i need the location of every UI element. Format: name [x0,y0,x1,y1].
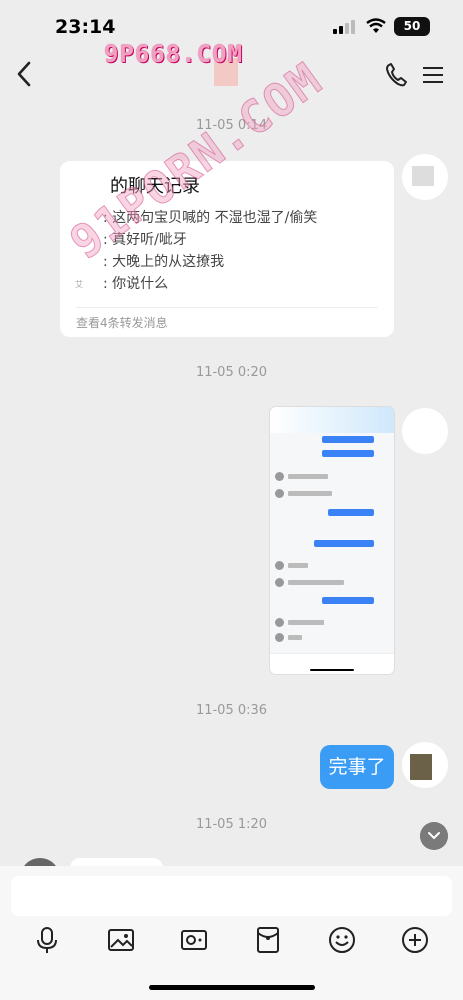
sender-name-fragment: 艾 [75,280,83,289]
back-icon[interactable] [10,58,40,90]
timestamp: 11-05 1:20 [195,817,268,832]
forward-line: : 大晚上的从这撩我 [103,254,225,270]
avatar[interactable] [402,408,448,454]
phone-icon[interactable] [383,60,411,90]
red-packet-icon[interactable] [253,925,283,955]
microphone-icon[interactable] [32,925,62,955]
battery-indicator: 50 [394,17,430,36]
message-input[interactable] [11,876,452,916]
emoji-icon[interactable] [327,925,357,955]
avatar[interactable] [402,154,448,200]
message-bubble[interactable]: 完事了 [320,745,394,789]
avatar[interactable] [402,742,448,788]
timestamp: 11-05 0:20 [195,365,268,380]
plus-icon[interactable] [400,925,430,955]
image-icon[interactable] [106,925,136,955]
home-indicator [149,985,315,990]
forward-line: : 你说什么 [103,276,169,292]
screenshot-image-message[interactable] [270,407,394,674]
wifi-icon [366,18,386,33]
scroll-down-icon[interactable] [420,822,448,850]
status-time: 23:14 [55,16,116,38]
signal-icon [333,20,355,34]
camera-icon[interactable] [179,925,209,955]
timestamp: 11-05 0:36 [195,703,268,718]
divider [76,307,378,308]
forward-card-footer[interactable]: 查看4条转发消息 [76,314,168,331]
menu-icon[interactable] [421,62,445,88]
watermark-top: 9P668.COM [104,40,244,68]
